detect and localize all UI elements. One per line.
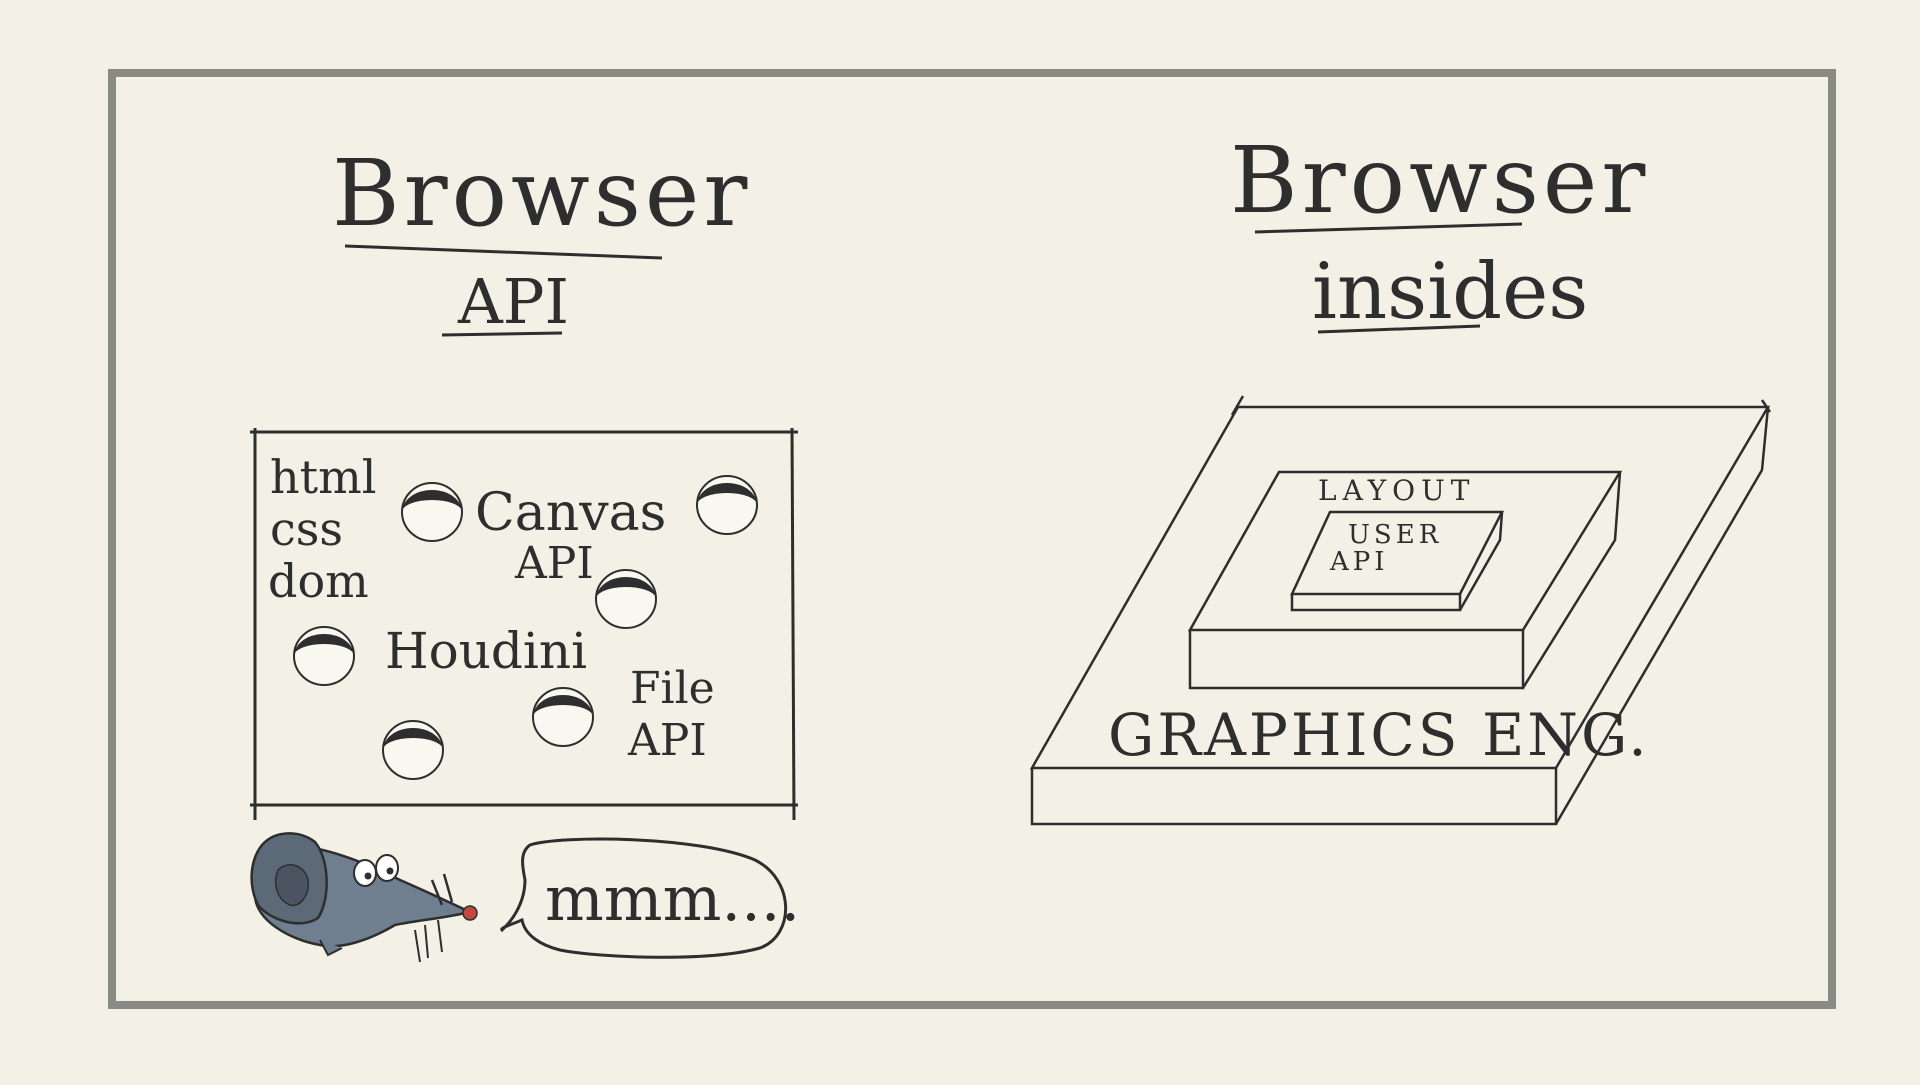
label-dom: dom xyxy=(268,554,369,608)
label-file: File xyxy=(630,663,715,714)
label-canvas: Canvas xyxy=(475,483,666,543)
hole-icon xyxy=(382,720,444,780)
graphics-engine-label: GRAPHICS ENG. xyxy=(1108,701,1650,769)
hole-icon xyxy=(696,475,758,535)
left-title-underline xyxy=(344,244,663,260)
label-file-api: API xyxy=(627,715,707,766)
hole-icon xyxy=(595,569,657,629)
label-css: css xyxy=(270,502,343,556)
speech-bubble: mmm.... xyxy=(500,837,800,959)
user-api-label-line2: API xyxy=(1329,547,1389,577)
hole-icon xyxy=(401,482,463,542)
left-panel: Browser API html css dom Canvas API Houd… xyxy=(250,140,800,963)
right-panel: Browser insides GRAPHICS ENG. LAYOUT USE… xyxy=(1029,127,1772,826)
right-subtitle: insides xyxy=(1312,247,1588,337)
label-canvas-api: API xyxy=(514,538,594,589)
user-api-label-line1: USER xyxy=(1348,520,1442,550)
left-subtitle-underline xyxy=(441,331,563,337)
hole-icon xyxy=(532,687,594,747)
left-subtitle: API xyxy=(457,265,569,338)
sketch-svg: Browser API html css dom Canvas API Houd… xyxy=(108,69,1836,1009)
right-title: Browser xyxy=(1230,127,1649,234)
left-title: Browser xyxy=(332,140,751,247)
layout-label: LAYOUT xyxy=(1318,474,1475,507)
label-html: html xyxy=(270,450,376,504)
whiteboard-canvas: Browser API html css dom Canvas API Houd… xyxy=(0,0,1920,1080)
speech-text: mmm.... xyxy=(545,862,800,935)
mouse-icon xyxy=(250,832,478,963)
label-houdini: Houdini xyxy=(385,622,587,680)
hole-icon xyxy=(293,626,355,686)
